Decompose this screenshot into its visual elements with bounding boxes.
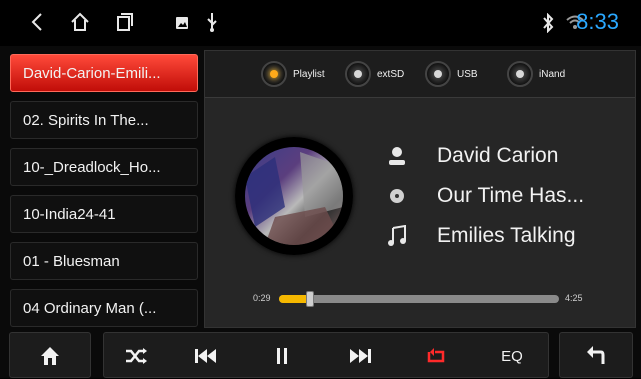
radio-knob-icon	[345, 61, 371, 87]
previous-button[interactable]	[178, 333, 234, 379]
pause-icon	[277, 348, 287, 364]
playlist-item[interactable]: 10-India24-41	[10, 195, 198, 233]
radio-knob-icon	[507, 61, 533, 87]
music-note-icon	[385, 224, 409, 248]
duration-time: 4:25	[565, 293, 583, 303]
shuffle-icon	[126, 348, 147, 364]
source-label: Playlist	[293, 68, 325, 80]
source-label: iNand	[539, 68, 566, 80]
source-usb-button[interactable]: USB	[425, 59, 478, 89]
home-icon[interactable]	[70, 12, 90, 37]
elapsed-time: 0:29	[253, 293, 271, 303]
album-row: Our Time Has...	[385, 181, 584, 211]
title-row: Emilies Talking	[385, 221, 576, 251]
player-panel: Playlist extSD USB iNand David Carion Ou…	[204, 50, 636, 328]
transport-controls: EQ	[103, 332, 549, 378]
artist-row: David Carion	[385, 141, 558, 171]
app-frame: 8:33 David-Carion-Emili... 02. Spirits I…	[0, 0, 641, 378]
playlist-item[interactable]: David-Carion-Emili...	[10, 54, 198, 92]
artist-icon	[385, 144, 409, 168]
gallery-icon	[176, 16, 188, 34]
playlist-sidebar: David-Carion-Emili... 02. Spirits In The…	[6, 50, 198, 332]
source-playlist-button[interactable]: Playlist	[261, 59, 325, 89]
pause-button[interactable]	[254, 333, 310, 379]
album-name: Our Time Has...	[437, 184, 585, 207]
playlist-item[interactable]: 10-_Dreadlock_Ho...	[10, 148, 198, 186]
bottom-controls: EQ	[0, 332, 641, 378]
playlist-item[interactable]: 01 - Bluesman	[10, 242, 198, 280]
seek-bar[interactable]	[279, 291, 559, 307]
seek-thumb[interactable]	[305, 291, 314, 307]
back-icon[interactable]	[30, 12, 44, 37]
source-extsd-button[interactable]: extSD	[345, 59, 404, 89]
source-label: extSD	[377, 68, 405, 80]
repeat-icon	[427, 348, 445, 363]
source-inand-button[interactable]: iNand	[507, 59, 565, 89]
track-title: Emilies Talking	[437, 224, 576, 247]
recent-apps-icon[interactable]	[116, 12, 134, 37]
eq-button[interactable]: EQ	[484, 333, 540, 379]
next-button[interactable]	[332, 333, 388, 379]
album-art	[245, 147, 343, 245]
playlist-item[interactable]: 04 Ordinary Man (...	[10, 289, 198, 327]
return-button[interactable]	[559, 332, 633, 378]
status-clock: 8:33	[576, 9, 619, 34]
radio-knob-icon	[261, 61, 287, 87]
return-icon	[560, 333, 632, 379]
house-icon	[10, 333, 90, 379]
playlist-item[interactable]: 02. Spirits In The...	[10, 101, 198, 139]
radio-knob-icon	[425, 61, 451, 87]
progress-area: 0:29 4:25	[205, 289, 635, 309]
repeat-button[interactable]	[408, 333, 464, 379]
artist-name: David Carion	[437, 144, 559, 167]
album-disc-icon	[385, 184, 409, 208]
source-selector: Playlist extSD USB iNand	[205, 51, 635, 98]
bluetooth-icon	[542, 12, 554, 38]
source-label: USB	[457, 68, 478, 80]
previous-icon	[195, 349, 216, 363]
home-button[interactable]	[9, 332, 91, 378]
shuffle-button[interactable]	[108, 333, 164, 379]
next-icon	[350, 349, 371, 363]
usb-icon	[206, 11, 218, 38]
status-bar: 8:33	[0, 0, 641, 46]
